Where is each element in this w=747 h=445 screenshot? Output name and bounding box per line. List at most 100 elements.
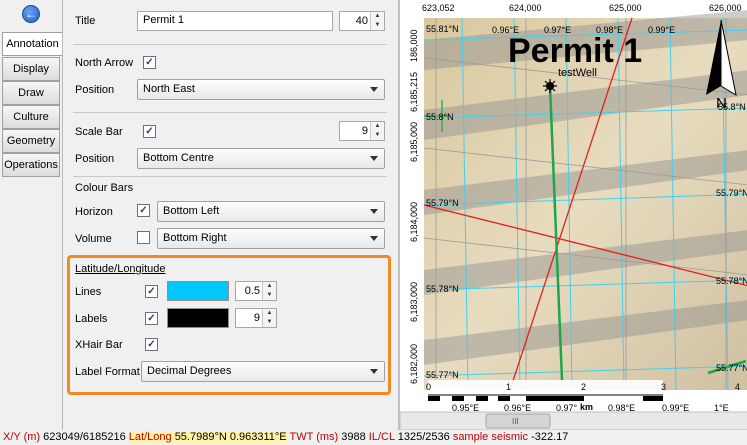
scale-position-dropdown[interactable]: Bottom Centre: [137, 148, 385, 169]
tab-culture[interactable]: Culture: [2, 105, 60, 129]
title-size-value: 40: [355, 15, 368, 27]
longitude-label: 1°E: [714, 403, 729, 413]
annotation-settings-panel: Title Permit 1 40 ▲ ▼ North Arrow ✓ Posit…: [62, 0, 396, 430]
north-arrow-checkbox[interactable]: ✓: [143, 56, 156, 69]
chevron-down-icon: [370, 209, 378, 214]
scale-bar-size-value: 9: [361, 125, 368, 137]
tab-annotation[interactable]: Annotation: [2, 32, 62, 56]
scale-unit: km: [580, 402, 593, 412]
lines-color-swatch[interactable]: [167, 281, 229, 301]
longitude-label: 0.95°E: [452, 403, 479, 413]
xhair-label: XHair Bar: [75, 339, 123, 351]
twt-value: 3988: [341, 431, 366, 443]
latitude-label: 55.77°N: [426, 370, 459, 380]
horizontal-scrollbar[interactable]: [400, 411, 747, 430]
scale-tick-label: 0: [426, 382, 431, 392]
utm-x-label: 626,000: [709, 3, 742, 13]
latitude-label: 55.78°N: [426, 284, 459, 294]
map-view[interactable]: Permit 1 testWell N 623,052 624,000 625,00…: [398, 0, 747, 430]
latitude-label: 55.8°N: [718, 102, 746, 112]
xy-value: 623049/6185216: [43, 431, 126, 443]
scale-bar-checkbox[interactable]: ✓: [143, 125, 156, 138]
labels-size-spinbox[interactable]: 9 ▲ ▼: [235, 308, 277, 328]
utm-y-label: 6,185,215: [409, 72, 419, 112]
latitude-label: 55.79°N: [716, 188, 747, 198]
seismic-value: -322.17: [531, 431, 569, 443]
utm-x-label: 624,000: [509, 3, 542, 13]
latlong-status-value: 55.7989°N 0.963311°E: [174, 431, 287, 443]
xhair-checkbox[interactable]: ✓: [145, 338, 158, 351]
volume-position-dropdown[interactable]: Bottom Right: [157, 228, 385, 249]
labels-size-value: 9: [253, 312, 260, 324]
tab-display[interactable]: Display: [2, 57, 60, 81]
chevron-down-icon: [370, 369, 378, 374]
longitude-label: 0.98°E: [596, 25, 623, 35]
latitude-label: 55.81°N: [426, 24, 459, 34]
chevron-down-icon: [370, 87, 378, 92]
back-arrow-icon[interactable]: ←: [22, 5, 40, 23]
spin-arrows-icon[interactable]: ▲ ▼: [262, 309, 276, 327]
latlong-status-label: Lat/Long: [128, 431, 172, 443]
scale-position-value: Bottom Centre: [143, 152, 214, 164]
scale-tick-label: 2: [581, 382, 586, 392]
longitude-label: 0.96°E: [504, 403, 531, 413]
utm-y-label: 6,185,000: [409, 122, 419, 162]
scale-bar: [428, 380, 663, 401]
colour-bars-label: Colour Bars: [75, 182, 134, 194]
volume-checkbox[interactable]: [137, 231, 150, 244]
ilcl-label: IL/CL: [368, 431, 395, 443]
lines-width-spinbox[interactable]: 0.5 ▲ ▼: [235, 281, 277, 301]
map-title: Permit 1: [508, 32, 642, 70]
north-position-dropdown[interactable]: North East: [137, 79, 385, 100]
map-canvas[interactable]: Permit 1 testWell N 623,052 624,000 625,00…: [400, 0, 747, 430]
divider: [73, 112, 387, 113]
divider: [73, 176, 387, 177]
horizon-position-dropdown[interactable]: Bottom Left: [157, 201, 385, 222]
north-position-label: Position: [75, 84, 115, 96]
utm-y-label: 6,184,000: [409, 202, 419, 242]
labels-label: Labels: [75, 313, 108, 325]
status-bar: X/Y (m) 623049/6185216 Lat/Long 55.7989°…: [0, 430, 747, 445]
seismic-label: sample seismic: [452, 431, 528, 443]
utm-y-label: 6,183,000: [409, 282, 419, 322]
tab-draw[interactable]: Draw: [2, 81, 60, 105]
longitude-label: 0.97°E: [544, 25, 571, 35]
title-label: Title: [75, 15, 96, 27]
label-format-dropdown[interactable]: Decimal Degrees: [141, 361, 385, 382]
north-arrow-label: North Arrow: [75, 57, 134, 69]
latitude-label: 55.8°N: [426, 112, 454, 122]
utm-y-label: 6,182,000: [409, 344, 419, 384]
latitude-label: 55.77°N: [716, 363, 747, 373]
tab-operations[interactable]: Operations: [2, 153, 60, 177]
spin-arrows-icon[interactable]: ▲ ▼: [370, 12, 384, 30]
scale-bar-size-spinbox[interactable]: 9 ▲ ▼: [339, 121, 385, 141]
spin-arrows-icon[interactable]: ▲ ▼: [370, 122, 384, 140]
vertical-tab-strip: ← Annotation Display Draw Culture Geomet…: [0, 0, 62, 430]
horizon-checkbox[interactable]: ✓: [137, 204, 150, 217]
longitude-label: 0.98°E: [608, 403, 635, 413]
latitude-label: 55.79°N: [426, 198, 459, 208]
latitude-label: 55.78°N: [716, 276, 747, 286]
title-size-spinbox[interactable]: 40 ▲ ▼: [339, 11, 385, 31]
spin-arrows-icon[interactable]: ▲ ▼: [262, 282, 276, 300]
tab-geometry[interactable]: Geometry: [2, 129, 60, 153]
north-position-value: North East: [143, 83, 195, 95]
lines-width-value: 0.5: [244, 285, 260, 297]
lines-checkbox[interactable]: ✓: [145, 285, 158, 298]
scrollbar-grip: III: [512, 417, 519, 426]
longitude-label: 0.99°E: [648, 25, 675, 35]
xy-label: X/Y (m): [3, 431, 41, 443]
latlong-group-label: Latitude/Longitude: [75, 263, 166, 275]
label-format-value: Decimal Degrees: [147, 365, 232, 377]
volume-label: Volume: [75, 233, 112, 245]
title-input[interactable]: Permit 1: [137, 11, 333, 31]
labels-checkbox[interactable]: ✓: [145, 312, 158, 325]
scale-bar-label: Scale Bar: [75, 126, 123, 138]
horizon-position-value: Bottom Left: [163, 205, 220, 217]
twt-label: TWT (ms): [289, 431, 339, 443]
utm-y-label: 186,000: [409, 29, 419, 62]
volume-position-value: Bottom Right: [163, 232, 227, 244]
well-label: testWell: [558, 67, 597, 79]
labels-color-swatch[interactable]: [167, 308, 229, 328]
horizon-label: Horizon: [75, 206, 113, 218]
